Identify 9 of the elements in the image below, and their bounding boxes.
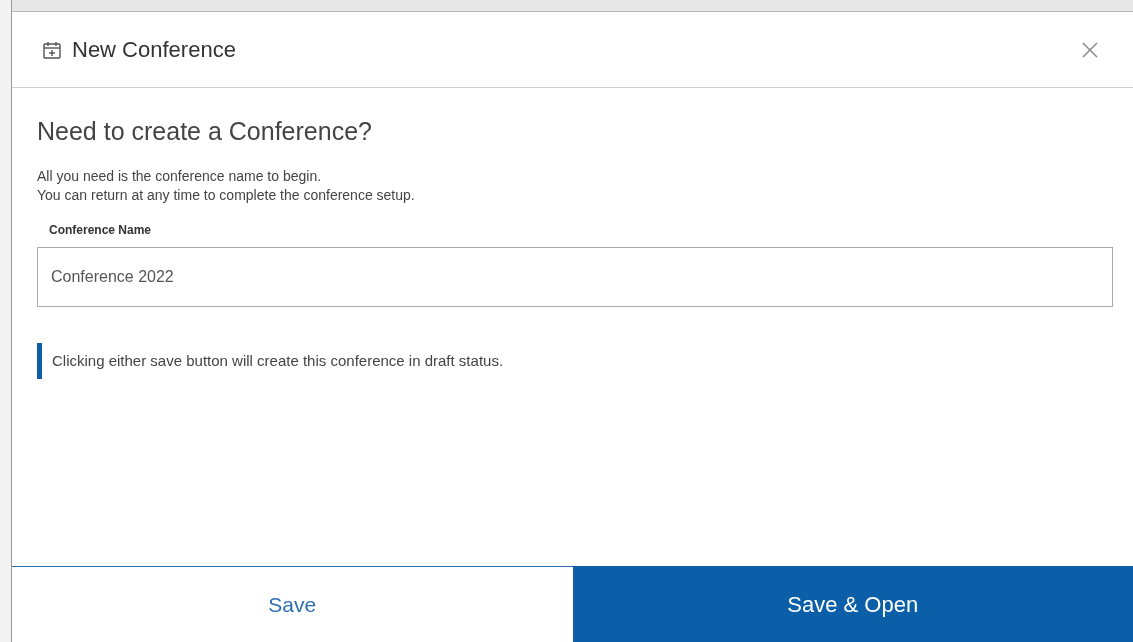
intro-text: All you need is the conference name to begin. (37, 167, 322, 186)
dialog-title: New Conference (72, 36, 236, 64)
calendar-icon (42, 39, 62, 60)
save-open-button[interactable]: Save & Open (572, 566, 1133, 642)
intro-text: You can return at any time to complete the conference setup. (37, 186, 415, 205)
conference-name-field[interactable]: Conference 2022 (37, 247, 1113, 307)
field-label: Conference Name (49, 222, 152, 239)
info-note: Clicking either save button will create this conference in draft status. (52, 350, 504, 371)
dialog-heading: Need to create a Conference? (37, 116, 372, 147)
